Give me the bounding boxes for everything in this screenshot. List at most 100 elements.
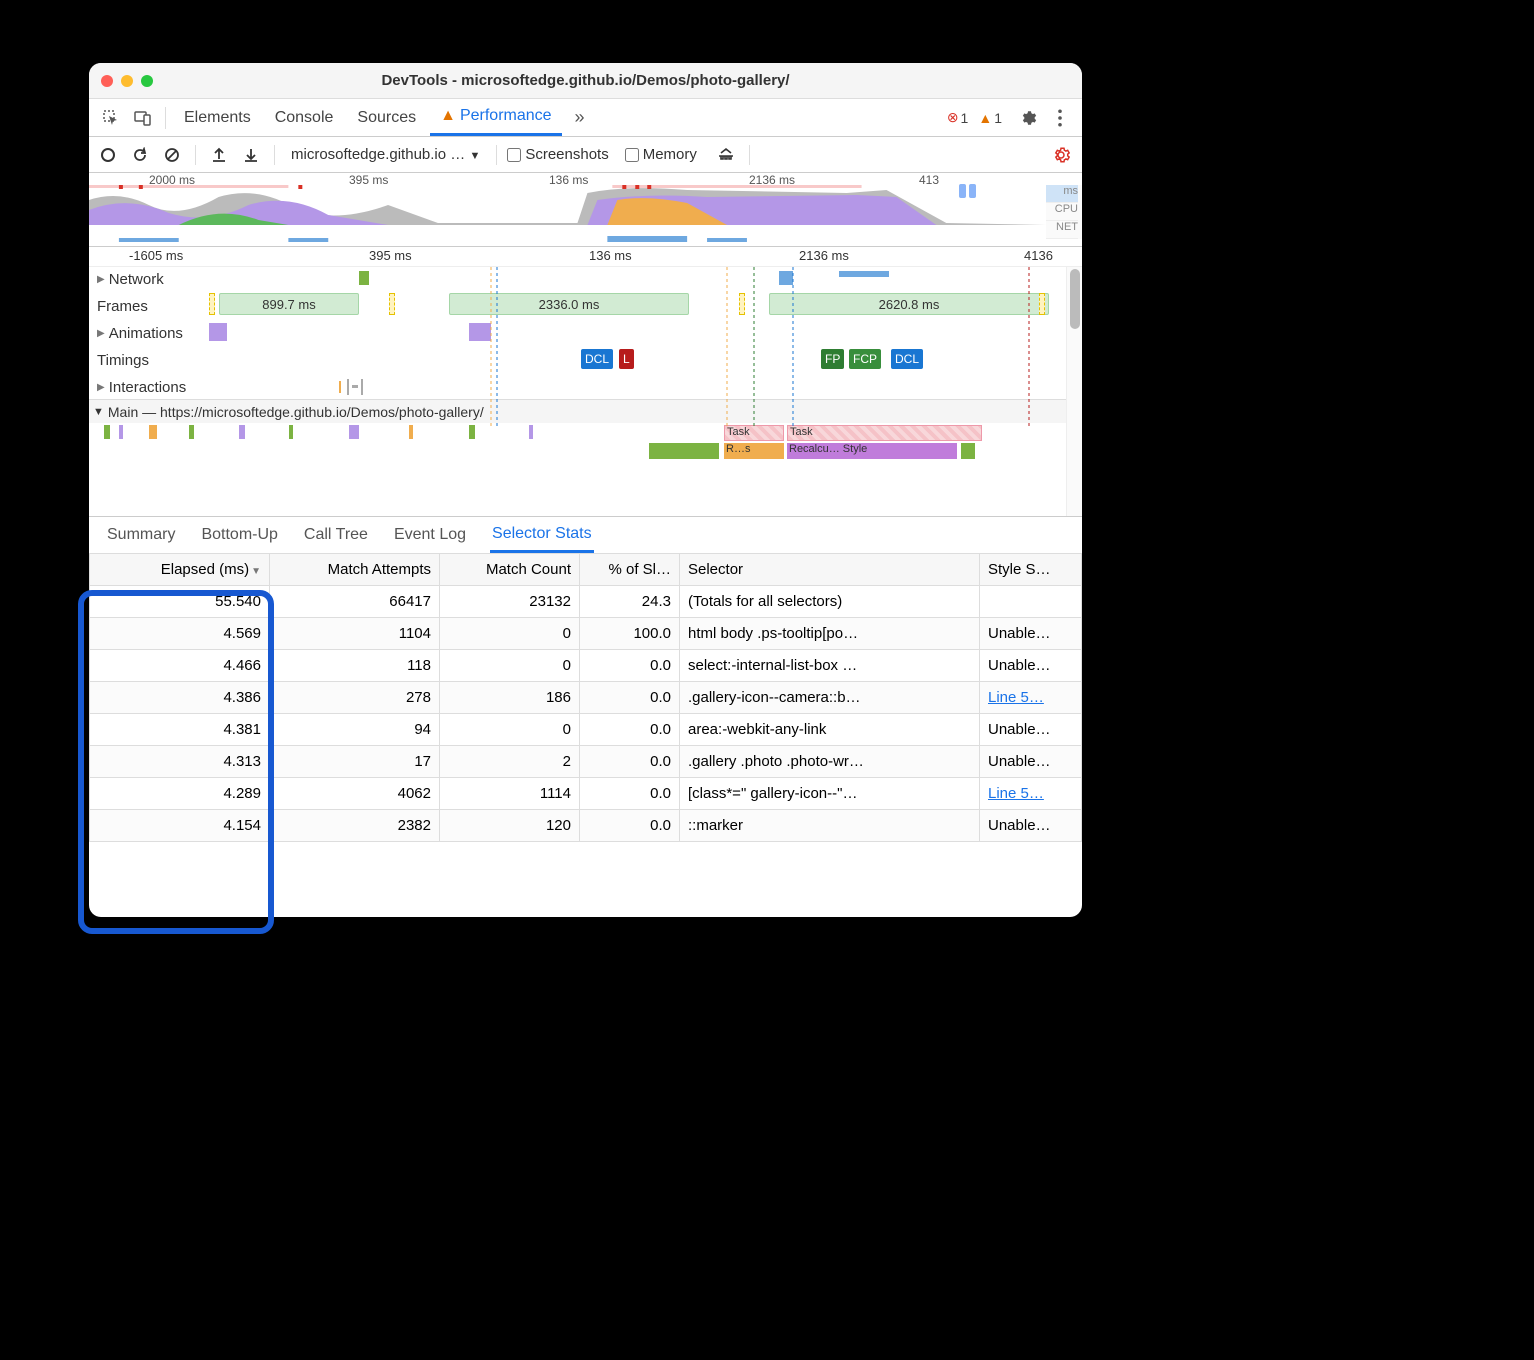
capture-settings-button[interactable] bbox=[1048, 142, 1074, 168]
flame-entry[interactable] bbox=[649, 443, 719, 459]
dropdown-arrow-icon: ▼ bbox=[469, 150, 480, 162]
tracks-scrollbar[interactable] bbox=[1066, 267, 1082, 516]
timeline-overview[interactable]: 2000 ms 395 ms 136 ms 2136 ms 413 bbox=[89, 173, 1082, 247]
track-label-text: Timings bbox=[97, 352, 149, 369]
ruler-tick: 395 ms bbox=[369, 248, 412, 263]
table-row[interactable]: 4.289406211140.0[class*=" gallery-icon--… bbox=[90, 778, 1082, 810]
task-bar[interactable]: Task bbox=[724, 425, 784, 441]
animation-entry[interactable] bbox=[209, 323, 227, 341]
main-thread-label: Main — https://microsoftedge.github.io/D… bbox=[108, 404, 484, 420]
more-tabs-button[interactable]: » bbox=[566, 104, 594, 132]
clear-button[interactable] bbox=[159, 142, 185, 168]
stylesheet-link[interactable]: Line 5… bbox=[988, 689, 1044, 706]
task-label: Task bbox=[727, 426, 750, 438]
table-row[interactable]: 55.540664172313224.3(Totals for all sele… bbox=[90, 586, 1082, 618]
expand-icon[interactable]: ▶ bbox=[97, 328, 105, 339]
flame-entry[interactable]: R…s bbox=[724, 443, 784, 459]
network-entry[interactable] bbox=[839, 271, 889, 277]
screenshots-checkbox[interactable]: Screenshots bbox=[507, 146, 608, 163]
scrollbar-thumb[interactable] bbox=[1070, 269, 1080, 329]
device-toolbar-icon[interactable] bbox=[129, 104, 157, 132]
settings-gear-icon[interactable] bbox=[1014, 104, 1042, 132]
main-thread-header[interactable]: ▼ Main — https://microsoftedge.github.io… bbox=[89, 399, 1082, 423]
expand-icon[interactable]: ▶ bbox=[97, 274, 105, 285]
tab-bottom-up[interactable]: Bottom-Up bbox=[199, 517, 279, 553]
net-label: NET bbox=[1046, 221, 1078, 239]
timing-badge-fp[interactable]: FP bbox=[821, 349, 844, 369]
flamechart-tracks[interactable]: -1605 ms 395 ms 136 ms 2136 ms 4136 ▶Net… bbox=[89, 247, 1082, 517]
memory-checkbox-input[interactable] bbox=[625, 148, 639, 162]
stylesheet-link[interactable]: Line 5… bbox=[988, 785, 1044, 802]
tab-sources[interactable]: Sources bbox=[347, 99, 426, 136]
recalculate-style-bar[interactable]: Recalcu… Style bbox=[787, 443, 957, 459]
performance-toolbar: microsoftedge.github.io … ▼ Screenshots … bbox=[89, 137, 1082, 173]
col-match-attempts[interactable]: Match Attempts bbox=[270, 554, 440, 586]
col-pct-slow[interactable]: % of Sl… bbox=[580, 554, 680, 586]
frame-block[interactable]: 2620.8 ms bbox=[769, 293, 1049, 315]
expand-icon[interactable]: ▶ bbox=[97, 382, 105, 393]
tab-selector-stats[interactable]: Selector Stats bbox=[490, 517, 594, 553]
tab-event-log[interactable]: Event Log bbox=[392, 517, 468, 553]
animations-track[interactable]: ▶Animations bbox=[89, 321, 1082, 345]
upload-profile-button[interactable] bbox=[206, 142, 232, 168]
col-elapsed[interactable]: Elapsed (ms)▼ bbox=[90, 554, 270, 586]
ruler-tick: -1605 ms bbox=[129, 248, 183, 263]
cell-sheet: Unable… bbox=[980, 618, 1082, 650]
tab-performance[interactable]: ▲ Performance bbox=[430, 99, 561, 136]
table-row[interactable]: 4.3819400.0area:-webkit-any-linkUnable… bbox=[90, 714, 1082, 746]
close-window-button[interactable] bbox=[101, 75, 113, 87]
tab-console[interactable]: Console bbox=[265, 99, 344, 136]
cpu-overview-graph bbox=[89, 185, 1046, 225]
network-entry[interactable] bbox=[779, 271, 793, 285]
overview-handle-left[interactable] bbox=[959, 184, 966, 198]
frame-block[interactable]: 899.7 ms bbox=[219, 293, 359, 315]
frame-block[interactable]: 2336.0 ms bbox=[449, 293, 689, 315]
overview-handle-right[interactable] bbox=[969, 184, 976, 198]
col-match-count[interactable]: Match Count bbox=[440, 554, 580, 586]
timing-badge-dcl[interactable]: DCL bbox=[891, 349, 923, 369]
inspect-element-icon[interactable] bbox=[97, 104, 125, 132]
network-track[interactable]: ▶Network bbox=[89, 267, 1082, 291]
table-row[interactable]: 4.3862781860.0.gallery-icon--camera::b…L… bbox=[90, 682, 1082, 714]
collect-garbage-button[interactable] bbox=[713, 142, 739, 168]
table-row[interactable]: 4.56911040100.0html body .ps-tooltip[po…… bbox=[90, 618, 1082, 650]
screenshots-label: Screenshots bbox=[525, 146, 608, 163]
download-profile-button[interactable] bbox=[238, 142, 264, 168]
tab-elements[interactable]: Elements bbox=[174, 99, 261, 136]
animation-entry[interactable] bbox=[469, 323, 491, 341]
tab-call-tree[interactable]: Call Tree bbox=[302, 517, 370, 553]
table-row[interactable]: 4.15423821200.0::markerUnable… bbox=[90, 810, 1082, 842]
flame-entry[interactable] bbox=[961, 443, 975, 459]
col-style-sheet[interactable]: Style S… bbox=[980, 554, 1082, 586]
screenshots-checkbox-input[interactable] bbox=[507, 148, 521, 162]
recording-source-dropdown[interactable]: microsoftedge.github.io … ▼ bbox=[285, 144, 486, 165]
warning-icon: ▲ bbox=[978, 110, 992, 126]
more-options-icon[interactable] bbox=[1046, 104, 1074, 132]
table-row[interactable]: 4.46611800.0select:-internal-list-box …U… bbox=[90, 650, 1082, 682]
cell-count: 120 bbox=[440, 810, 580, 842]
minimize-window-button[interactable] bbox=[121, 75, 133, 87]
tab-summary[interactable]: Summary bbox=[105, 517, 177, 553]
warning-count-badge[interactable]: ▲ 1 bbox=[978, 110, 1002, 126]
interaction-whisker[interactable] bbox=[347, 379, 363, 395]
collapse-icon[interactable]: ▼ bbox=[93, 406, 104, 418]
frames-track[interactable]: Frames 899.7 ms2336.0 ms2620.8 ms bbox=[89, 291, 1082, 321]
maximize-window-button[interactable] bbox=[141, 75, 153, 87]
main-thread-flamechart[interactable]: Task Task R…s Recalcu… Style bbox=[89, 423, 1082, 479]
header-label: Elapsed (ms) bbox=[161, 561, 249, 578]
timing-badge-dcl[interactable]: DCL bbox=[581, 349, 613, 369]
network-entry[interactable] bbox=[359, 271, 369, 285]
error-count-badge[interactable]: ⊗ 1 bbox=[947, 109, 969, 126]
timings-track[interactable]: Timings DCLLFPFCPDCLLCPL bbox=[89, 345, 1082, 375]
col-selector[interactable]: Selector bbox=[680, 554, 980, 586]
interaction-marker[interactable] bbox=[339, 381, 341, 393]
timing-badge-fcp[interactable]: FCP bbox=[849, 349, 881, 369]
interactions-track[interactable]: ▶Interactions bbox=[89, 375, 1082, 399]
table-row[interactable]: 4.3131720.0.gallery .photo .photo-wr…Una… bbox=[90, 746, 1082, 778]
timing-badge-l[interactable]: L bbox=[619, 349, 634, 369]
record-button[interactable] bbox=[95, 142, 121, 168]
reload-record-button[interactable] bbox=[127, 142, 153, 168]
memory-checkbox[interactable]: Memory bbox=[625, 146, 697, 163]
task-bar[interactable]: Task bbox=[787, 425, 982, 441]
cell-attempts: 278 bbox=[270, 682, 440, 714]
